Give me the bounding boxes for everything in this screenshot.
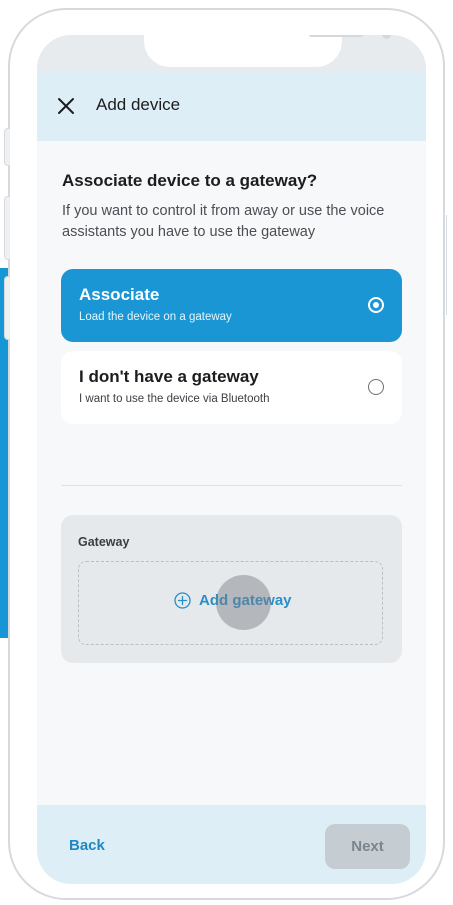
background-divider-line <box>446 215 447 315</box>
speaker-grille <box>309 35 363 37</box>
phone-notch <box>144 35 391 67</box>
close-icon <box>58 98 74 114</box>
phone-volume-down-button <box>4 276 10 340</box>
option-title: Associate <box>79 285 160 304</box>
page-title: Add device <box>96 95 181 114</box>
status-bar <box>37 35 426 71</box>
option-no-gateway[interactable]: I don't have a gateway I want to use the… <box>61 351 402 424</box>
touch-indicator <box>216 575 271 630</box>
radio-unselected-icon[interactable] <box>368 379 384 395</box>
phone-mute-switch <box>4 128 10 166</box>
next-button[interactable]: Next <box>325 824 410 869</box>
front-camera <box>382 35 391 39</box>
question-title: Associate device to a gateway? <box>62 171 318 190</box>
gateway-card: Gateway Add gateway <box>61 515 402 663</box>
section-divider <box>61 485 402 486</box>
back-button[interactable]: Back <box>69 837 105 854</box>
option-subtitle: Load the device on a gateway <box>79 311 232 323</box>
plus-circle-icon <box>174 592 191 609</box>
gateway-label: Gateway <box>78 535 130 549</box>
option-subtitle: I want to use the device via Bluetooth <box>79 393 270 405</box>
close-button[interactable] <box>55 95 77 117</box>
option-associate[interactable]: Associate Load the device on a gateway <box>61 269 402 342</box>
app-header: Add device <box>37 71 426 141</box>
add-gateway-button[interactable]: Add gateway <box>78 561 383 645</box>
footer-bar: Back Next <box>37 805 426 884</box>
radio-selected-icon[interactable] <box>368 297 384 313</box>
phone-volume-up-button <box>4 196 10 260</box>
option-title: I don't have a gateway <box>79 367 259 386</box>
question-description: If you want to control it from away or u… <box>62 203 385 240</box>
app-screen: Add device Associate device to a gateway… <box>37 35 426 884</box>
